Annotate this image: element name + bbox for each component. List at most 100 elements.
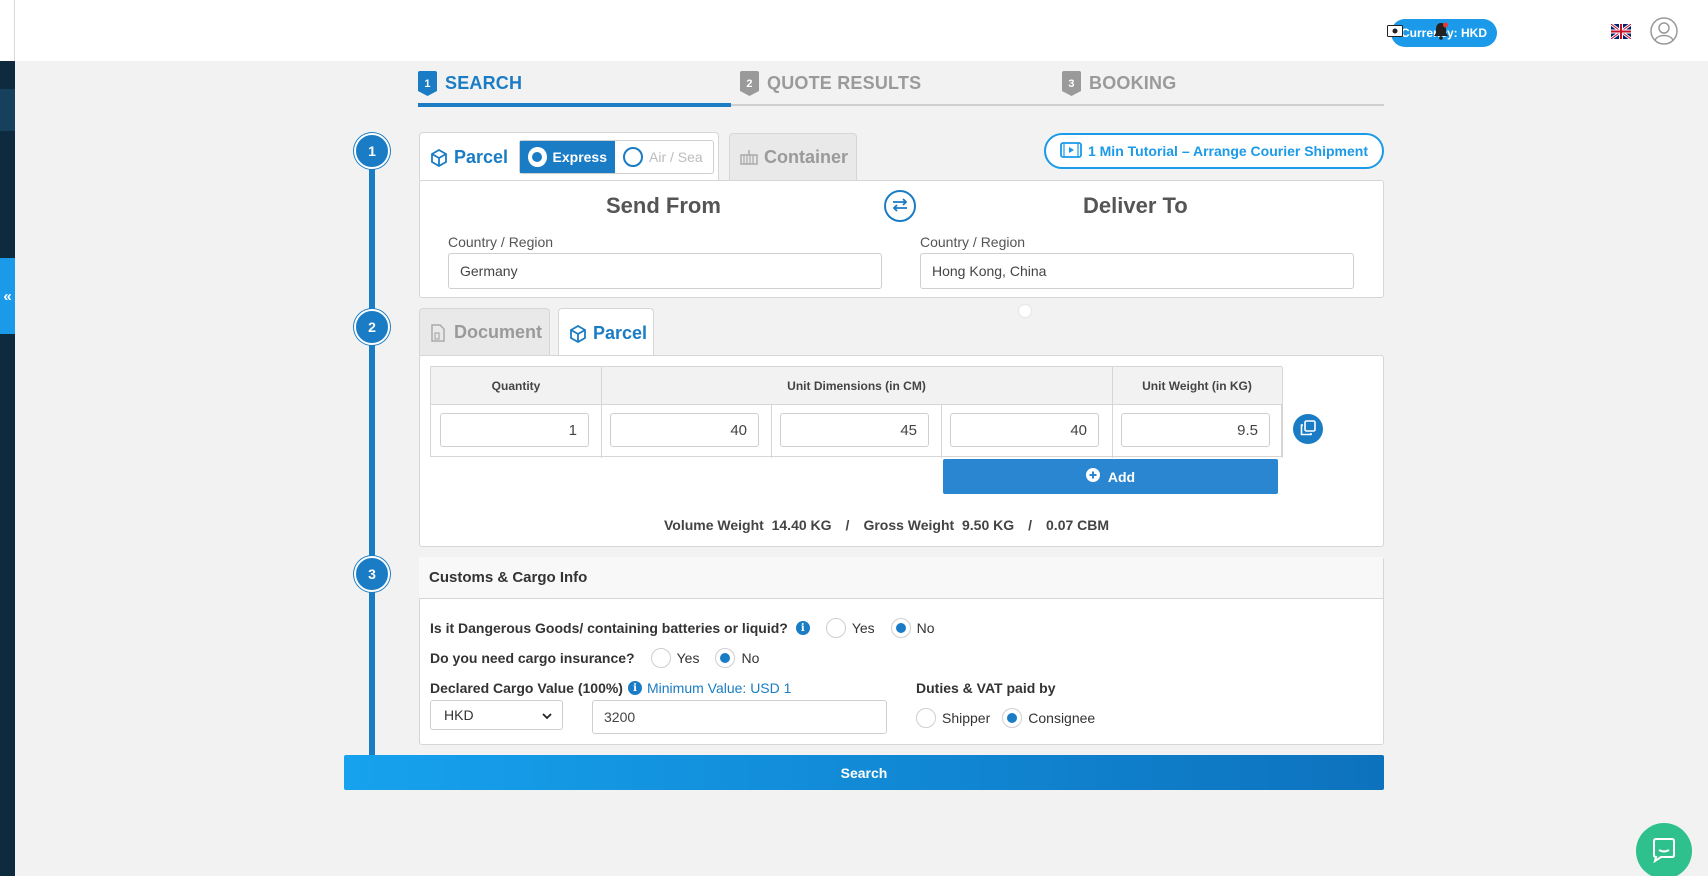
radio-no[interactable] xyxy=(890,618,911,638)
tab-parcel[interactable]: Parcel xyxy=(558,308,654,358)
air-sea-option[interactable]: Air / Sea xyxy=(615,141,711,173)
swap-route-button[interactable] xyxy=(884,190,916,222)
consignee-option[interactable]: Consignee xyxy=(1002,708,1095,728)
top-bar: Currency: HKD xyxy=(0,0,1708,61)
chat-icon xyxy=(1651,837,1677,866)
uk-flag-icon[interactable] xyxy=(1610,20,1632,42)
declared-value-input[interactable]: 3200 xyxy=(592,700,887,734)
express-option[interactable]: Express xyxy=(520,141,615,173)
quantity-input[interactable]: 1 xyxy=(440,413,589,447)
currency-select[interactable]: HKD xyxy=(430,700,563,730)
volume-weight-label: Volume Weight xyxy=(664,517,764,533)
plus-circle-icon xyxy=(1085,468,1100,485)
info-icon[interactable]: i xyxy=(795,621,810,635)
step-booking[interactable]: 3 BOOKING xyxy=(1062,71,1176,96)
currency-selected: HKD xyxy=(444,707,474,723)
quantity-header: Quantity xyxy=(431,367,601,405)
form-timeline xyxy=(369,152,375,755)
add-row-button[interactable]: Add xyxy=(943,459,1278,494)
add-label: Add xyxy=(1107,468,1136,485)
loading-dot xyxy=(1019,305,1031,317)
bell-icon[interactable] xyxy=(1430,20,1452,42)
sidebar-active-item[interactable] xyxy=(0,89,15,131)
from-country-label: Country / Region xyxy=(448,234,554,250)
step-search[interactable]: 1 SEARCH xyxy=(418,71,522,96)
width-input[interactable]: 45 xyxy=(780,413,929,447)
duties-options-row: Shipper Consignee xyxy=(908,708,1095,728)
step-quote-results[interactable]: 2 QUOTE RESULTS xyxy=(740,71,921,96)
radio-indicator xyxy=(623,147,643,167)
step-label: BOOKING xyxy=(1089,73,1177,93)
weight-header: Unit Weight (in KG) xyxy=(1112,367,1282,405)
banknote-icon[interactable] xyxy=(1384,20,1406,42)
shipper-option[interactable]: Shipper xyxy=(916,708,990,728)
yes-label: Yes xyxy=(851,620,875,636)
insurance-yes-option[interactable]: Yes xyxy=(650,648,699,668)
radio-shipper[interactable] xyxy=(916,708,936,728)
step-label: SEARCH xyxy=(445,73,523,93)
progress-stepper: 1 SEARCH 2 QUOTE RESULTS 3 BOOKING xyxy=(418,66,1384,107)
weight-summary: Volume Weight 14.40 KG / Gross Weight 9.… xyxy=(664,517,1109,533)
info-icon[interactable]: i xyxy=(627,681,642,695)
col-divider xyxy=(601,367,602,458)
chevron-down-icon xyxy=(542,707,552,723)
radio-yes[interactable] xyxy=(650,648,671,668)
double-chevron-left-icon: « xyxy=(3,287,12,305)
tutorial-button[interactable]: 1 Min Tutorial – Arrange Courier Shipmen… xyxy=(1044,133,1384,169)
tab-label: Parcel xyxy=(454,147,509,167)
step-number: 2 xyxy=(740,71,759,96)
customs-title: Customs & Cargo Info xyxy=(419,557,1383,599)
copy-icon xyxy=(1300,419,1316,439)
tab-document[interactable]: Document xyxy=(419,308,550,356)
no-label: No xyxy=(741,650,760,666)
declared-value-label: Declared Cargo Value (100%) xyxy=(430,680,623,696)
tutorial-label: 1 Min Tutorial – Arrange Courier Shipmen… xyxy=(1087,143,1369,159)
tab-label: Container xyxy=(764,147,849,167)
send-from-title: Send From xyxy=(606,193,721,218)
insurance-row: Do you need cargo insurance? Yes No xyxy=(430,648,759,668)
swap-arrows-icon xyxy=(891,197,909,215)
separator: / xyxy=(845,517,850,533)
duplicate-row-button[interactable] xyxy=(1293,414,1323,444)
dangerous-yes-option[interactable]: Yes xyxy=(825,618,875,638)
dangerous-goods-row: Is it Dangerous Goods/ containing batter… xyxy=(430,618,935,638)
search-button[interactable]: Search xyxy=(344,755,1384,790)
step-number: 1 xyxy=(418,71,437,96)
length-input[interactable]: 40 xyxy=(610,413,759,447)
container-icon xyxy=(740,149,758,167)
duties-label-row: Duties & VAT paid by xyxy=(916,680,1056,696)
dimensions-header: Unit Dimensions (in CM) xyxy=(601,367,1112,405)
step-label: QUOTE RESULTS xyxy=(767,73,922,93)
timeline-dot-2: 2 xyxy=(354,309,390,345)
insurance-question: Do you need cargo insurance? xyxy=(430,650,635,666)
declared-value-row: Declared Cargo Value (100%) i Minimum Va… xyxy=(430,680,791,696)
unit-weight-input[interactable]: 9.5 xyxy=(1121,413,1270,447)
shipper-label: Shipper xyxy=(942,710,991,726)
consignee-label: Consignee xyxy=(1028,710,1096,726)
volume-weight-value: 14.40 KG xyxy=(771,517,832,533)
sidebar-expand-button[interactable]: « xyxy=(0,258,15,334)
radio-yes[interactable] xyxy=(825,618,846,638)
user-avatar-icon[interactable] xyxy=(1650,17,1678,45)
dangerous-goods-question: Is it Dangerous Goods/ containing batter… xyxy=(430,620,788,636)
shipping-mode-toggle: Express Air / Sea xyxy=(519,140,714,174)
from-country-input[interactable]: Germany xyxy=(448,253,882,289)
col-divider xyxy=(1112,367,1113,458)
height-input[interactable]: 40 xyxy=(950,413,1099,447)
tab-label: Document xyxy=(454,322,543,342)
insurance-no-option[interactable]: No xyxy=(715,648,759,668)
tab-container-shipment[interactable]: Container xyxy=(729,133,857,181)
dangerous-no-option[interactable]: No xyxy=(890,618,935,638)
tab-label: Parcel xyxy=(593,323,648,343)
to-country-input[interactable]: Hong Kong, China xyxy=(920,253,1354,289)
radio-no[interactable] xyxy=(715,648,736,668)
separator: / xyxy=(1028,517,1033,533)
col-divider xyxy=(941,405,942,458)
box-icon xyxy=(569,324,587,343)
chat-launcher-button[interactable] xyxy=(1636,823,1692,876)
col-divider xyxy=(771,405,772,458)
radio-consignee[interactable] xyxy=(1002,708,1023,728)
step-number: 3 xyxy=(1062,71,1081,96)
cbm-value: 0.07 CBM xyxy=(1046,517,1110,533)
air-sea-label: Air / Sea xyxy=(649,149,703,165)
